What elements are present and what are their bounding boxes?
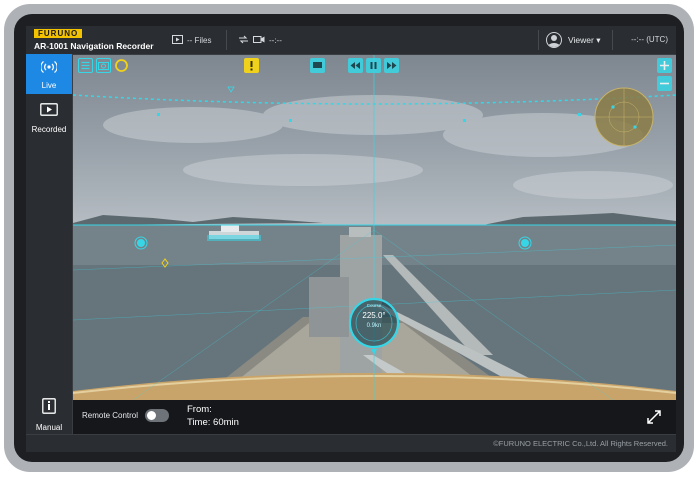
pause-icon [370, 62, 377, 69]
sidebar-item-manual[interactable]: Manual [26, 394, 72, 436]
time-label: Time: 60min [187, 417, 239, 428]
header-divider [612, 30, 613, 50]
alert-button[interactable] [244, 58, 259, 73]
book-icon [42, 398, 56, 416]
expand-icon [647, 410, 661, 424]
rewind-icon [350, 62, 360, 69]
display-mode-button[interactable] [310, 58, 325, 73]
header-divider [538, 30, 539, 50]
sidebar-item-live[interactable]: Live [26, 54, 72, 94]
play-icon [40, 103, 58, 118]
playback-info-bar: Remote Control From: Time: 60min [73, 400, 676, 434]
sidebar-item-label: Recorded [31, 125, 67, 134]
camera-icon [253, 35, 265, 46]
snapshot-button[interactable] [96, 58, 111, 73]
record-time: --:-- [269, 36, 282, 45]
sidebar-item-label: Manual [35, 423, 63, 432]
fast-forward-button[interactable] [384, 58, 399, 73]
copyright-text: ©FURUNO ELECTRIC Co.,Ltd. All Rights Res… [493, 439, 668, 448]
header-divider [226, 30, 227, 50]
plus-icon [660, 61, 669, 70]
compass-heading: 225.0° [362, 311, 386, 320]
alert-icon [250, 61, 253, 71]
brand-logo: FURUNO [34, 29, 83, 38]
footer: ©FURUNO ELECTRIC Co.,Ltd. All Rights Res… [26, 434, 676, 452]
radar-scope [594, 87, 654, 147]
zoom-out-button[interactable] [657, 76, 672, 91]
files-button[interactable]: -- Files [172, 35, 211, 46]
fullscreen-button[interactable] [645, 408, 663, 426]
fast-forward-icon [387, 62, 397, 69]
sync-icon [238, 35, 249, 46]
sidebar: Live Recorded Manual [26, 54, 73, 452]
sidebar-item-label: Live [41, 81, 57, 90]
monitor-icon [313, 62, 322, 68]
rewind-button[interactable] [348, 58, 363, 73]
minus-icon [660, 82, 669, 85]
day-night-button[interactable] [114, 58, 129, 73]
camera-icon [98, 62, 109, 70]
user-avatar-icon [546, 32, 562, 48]
toggle-knob [147, 411, 156, 420]
remote-control-toggle[interactable] [145, 409, 169, 422]
sun-icon [115, 59, 128, 72]
compass-speed: 0.9kn [366, 323, 382, 329]
video-file-icon [172, 35, 183, 46]
user-menu-button[interactable]: Viewer ▾ [546, 29, 600, 51]
menu-icon [81, 61, 90, 70]
menu-button[interactable] [78, 58, 93, 73]
utc-clock: --:-- (UTC) [631, 35, 668, 44]
live-camera-view[interactable]: Course 225.0° 0.9kn [73, 55, 676, 400]
remote-control-label: Remote Control [82, 411, 139, 420]
files-label: -- Files [187, 36, 212, 45]
compass-title: Course [366, 303, 382, 308]
sidebar-item-recorded[interactable]: Recorded [26, 98, 72, 138]
top-header: FURUNO AR-1001 Navigation Recorder -- Fi… [26, 26, 676, 55]
recording-status[interactable]: --:-- [238, 35, 282, 46]
from-label: From: [187, 404, 212, 415]
signal-icon [40, 60, 58, 76]
app-title: AR-1001 Navigation Recorder [34, 41, 154, 51]
pause-button[interactable] [366, 58, 381, 73]
app-screen: FURUNO AR-1001 Navigation Recorder -- Fi… [26, 26, 676, 452]
user-role-label: Viewer ▾ [568, 34, 601, 45]
zoom-in-button[interactable] [657, 58, 672, 73]
sky-clouds [103, 95, 673, 199]
